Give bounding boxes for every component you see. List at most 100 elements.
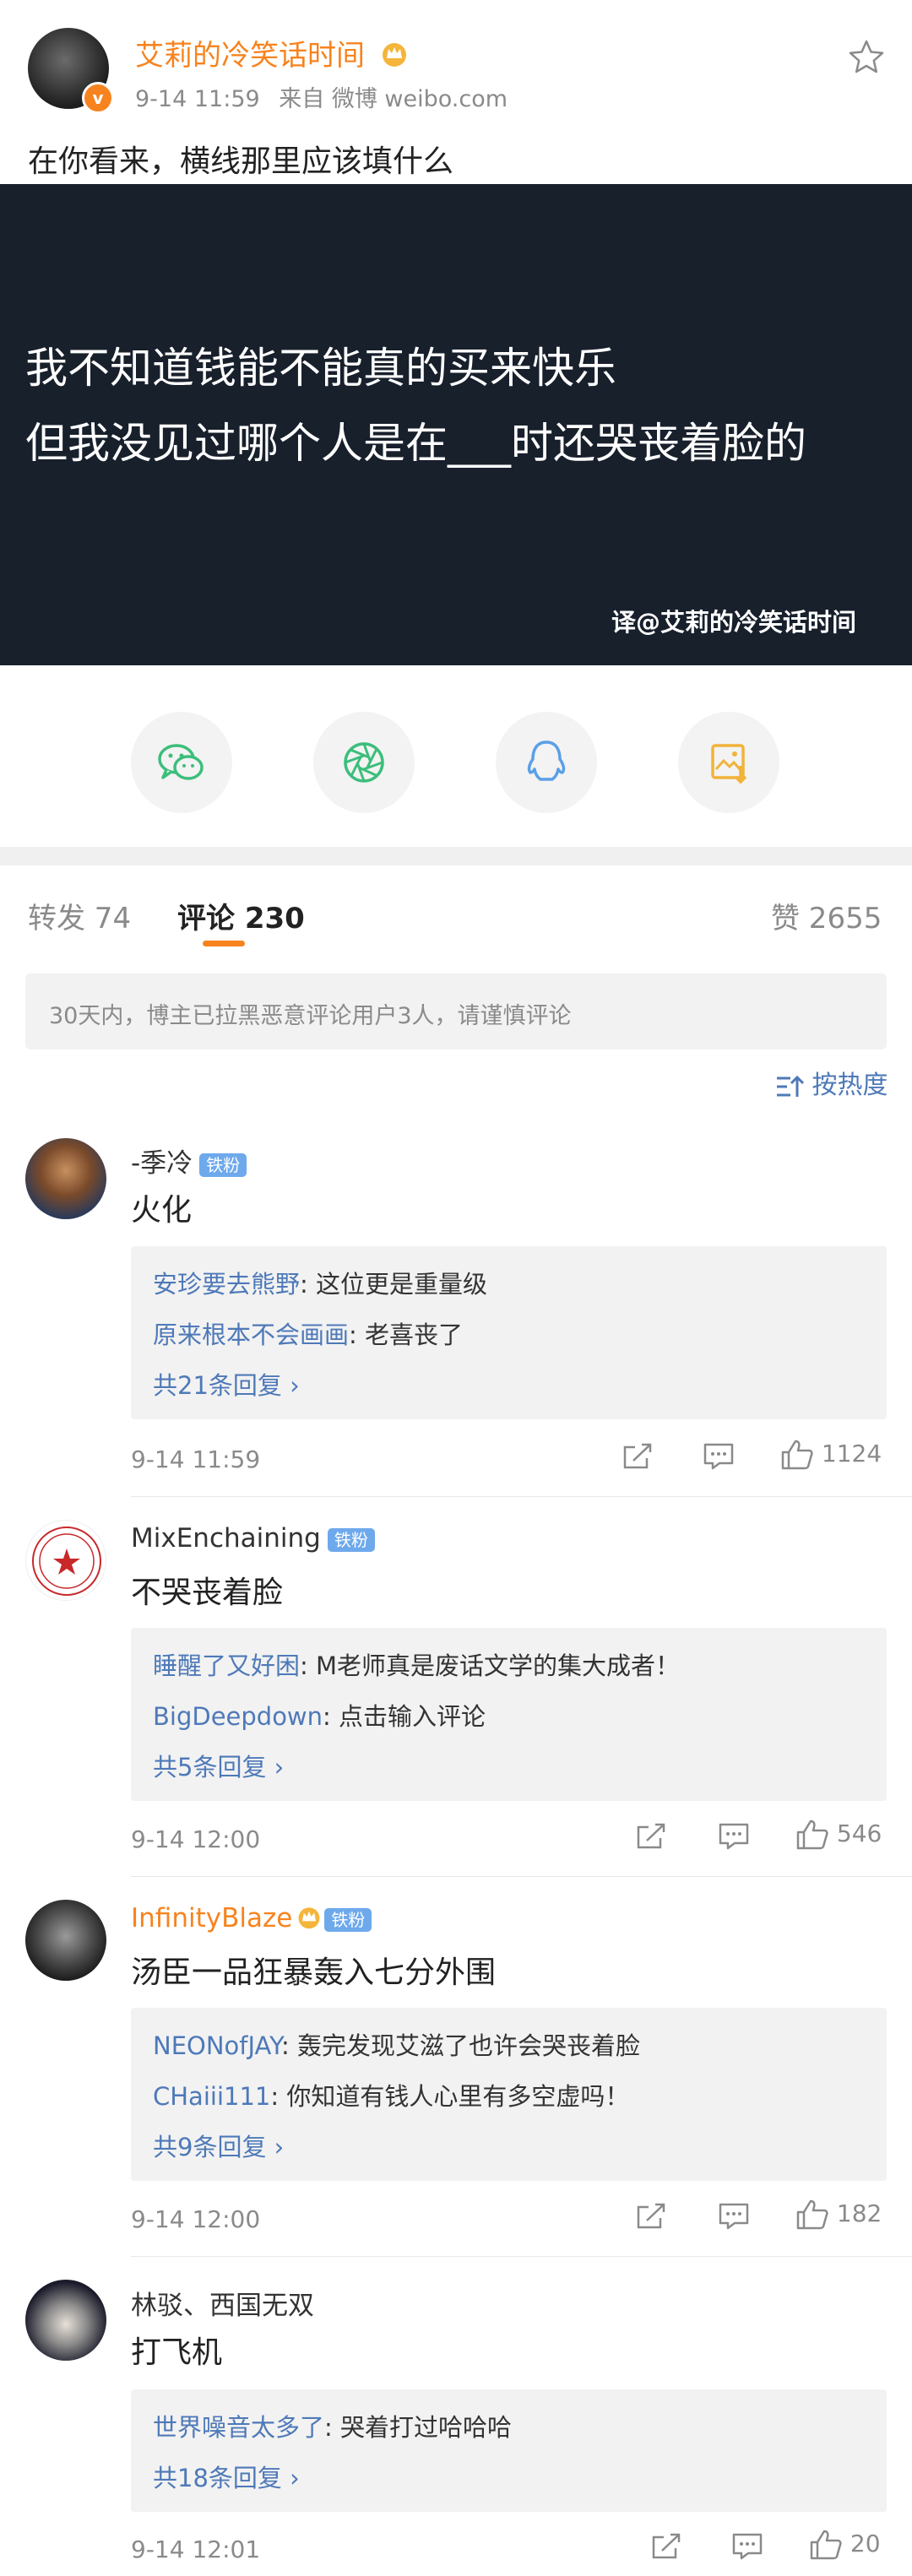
comment-author-name[interactable]: 林驳、西国无双 bbox=[131, 2291, 314, 2321]
reply-text: : 你知道有钱人心里有多空虚吗！ bbox=[270, 2082, 630, 2111]
share-qq-button[interactable] bbox=[496, 712, 597, 813]
reply-box[interactable]: 安珍要去熊野: 这位更是重量级 原来根本不会画画: 老喜丧了 共21条回复 › bbox=[131, 1246, 887, 1419]
comment-author-name[interactable]: MixEnchaining bbox=[131, 1523, 321, 1554]
repost-icon[interactable] bbox=[635, 2202, 667, 2237]
reply-text: : M老师真是废话文学的集大成者！ bbox=[300, 1651, 681, 1680]
like-count: 546 bbox=[836, 1819, 882, 1847]
like-icon bbox=[781, 1440, 813, 1470]
comment-icon[interactable] bbox=[718, 1822, 750, 1857]
more-replies-link[interactable]: 共21条回复 › bbox=[153, 1366, 300, 1402]
tab-likes[interactable]: 赞 2655 bbox=[771, 895, 882, 936]
notice-text: 30天内，博主已拉黑恶意评论用户3人，请谨慎评论 bbox=[49, 1003, 572, 1029]
post-image[interactable]: 我不知道钱能不能真的买来快乐 但我没见过哪个人是在___时还哭丧着脸的 译@艾莉… bbox=[0, 184, 912, 665]
reply-text: : 轰完发现艾滋了也许会哭丧着脸 bbox=[280, 2031, 640, 2060]
star-icon[interactable] bbox=[848, 39, 885, 78]
reply-box[interactable]: NEONofJAY: 轰完发现艾滋了也许会哭丧着脸 CHaiii111: 你知道… bbox=[131, 2008, 887, 2181]
comment-icon[interactable] bbox=[703, 1442, 735, 1477]
comment-divider bbox=[131, 1496, 912, 1497]
like-count: 182 bbox=[836, 2199, 882, 2227]
reply-box[interactable]: 睡醒了又好困: M老师真是废话文学的集大成者！ BigDeepdown: 点击输… bbox=[131, 1628, 887, 1801]
share-moments-button[interactable] bbox=[313, 712, 415, 813]
like-icon bbox=[796, 1819, 828, 1850]
like-icon bbox=[810, 2530, 842, 2560]
comment-text: 打飞机 bbox=[131, 2335, 223, 2370]
reply-author[interactable]: 世界噪音太多了 bbox=[153, 2413, 324, 2442]
fan-badge: 铁粉 bbox=[324, 1907, 372, 1932]
reply-author[interactable]: 睡醒了又好困 bbox=[153, 1651, 300, 1680]
like-button[interactable]: 1124 bbox=[780, 1439, 882, 1471]
reply-line[interactable]: 世界噪音太多了: 哭着打过哈哈哈 bbox=[153, 2408, 512, 2443]
avatar[interactable] bbox=[25, 1900, 106, 1981]
reply-author[interactable]: CHaiii111 bbox=[153, 2082, 270, 2111]
reply-text: : 老喜丧了 bbox=[349, 1321, 464, 1349]
reply-line[interactable]: 睡醒了又好困: M老师真是废话文学的集大成者！ bbox=[153, 1646, 680, 1682]
moments-icon bbox=[344, 742, 384, 783]
reply-author[interactable]: 安珍要去熊野 bbox=[153, 1270, 300, 1299]
comment-author[interactable]: MixEnchaining 铁粉 bbox=[131, 1523, 375, 1554]
comment-icon[interactable] bbox=[731, 2532, 763, 2567]
image-line-1: 我不知道钱能不能真的买来快乐 bbox=[25, 344, 616, 393]
tab-active-indicator bbox=[203, 941, 245, 946]
comment-text: 汤臣一品狂暴轰入七分外围 bbox=[131, 1955, 497, 1990]
image-line-2: 但我没见过哪个人是在___时还哭丧着脸的 bbox=[25, 419, 806, 468]
sort-icon bbox=[777, 1075, 805, 1097]
like-button[interactable]: 546 bbox=[795, 1819, 882, 1851]
post-time: 9-14 11:59 bbox=[135, 86, 260, 112]
comment-time: 9-14 12:00 bbox=[131, 1825, 261, 1853]
repost-icon[interactable] bbox=[622, 1442, 654, 1477]
comment-author-name[interactable]: InfinityBlaze bbox=[131, 1903, 292, 1933]
more-replies-link[interactable]: 共9条回复 › bbox=[153, 2128, 284, 2163]
comment-divider bbox=[131, 1876, 912, 1877]
avatar[interactable] bbox=[25, 1138, 106, 1219]
save-image-button[interactable] bbox=[678, 712, 779, 813]
comment-divider bbox=[131, 2256, 912, 2257]
comment-text: 不哭丧着脸 bbox=[131, 1575, 284, 1610]
share-wechat-button[interactable] bbox=[131, 712, 232, 813]
qq-icon bbox=[527, 740, 566, 781]
like-icon bbox=[796, 2199, 828, 2230]
reply-line[interactable]: 原来根本不会画画: 老喜丧了 bbox=[153, 1315, 463, 1351]
reply-box[interactable]: 世界噪音太多了: 哭着打过哈哈哈 共18条回复 › bbox=[131, 2389, 887, 2512]
reply-text: : 这位更是重量级 bbox=[300, 1270, 488, 1299]
like-count: 20 bbox=[850, 2530, 881, 2557]
sort-label[interactable]: 按热度 bbox=[812, 1071, 888, 1100]
avatar[interactable] bbox=[25, 2280, 106, 2361]
like-button[interactable]: 182 bbox=[795, 2199, 882, 2231]
repost-icon[interactable] bbox=[650, 2532, 682, 2567]
reply-author[interactable]: NEONofJAY bbox=[153, 2031, 281, 2060]
comment-text: 火化 bbox=[131, 1193, 193, 1228]
image-credit: 译@艾莉的冷笑话时间 bbox=[611, 608, 857, 637]
reply-line[interactable]: NEONofJAY: 轰完发现艾滋了也许会哭丧着脸 bbox=[153, 2026, 640, 2062]
reply-line[interactable]: 安珍要去熊野: 这位更是重量级 bbox=[153, 1265, 487, 1300]
comment-icon[interactable] bbox=[718, 2202, 750, 2237]
comment-author[interactable]: -季冷 铁粉 bbox=[131, 1142, 247, 1180]
section-divider bbox=[0, 847, 912, 865]
post-text: 在你看来，横线那里应该填什么 bbox=[28, 144, 454, 179]
reply-line[interactable]: CHaiii111: 你知道有钱人心里有多空虚吗！ bbox=[153, 2077, 629, 2112]
comment-author[interactable]: 林驳、西国无双 bbox=[131, 2284, 314, 2322]
reply-author[interactable]: 原来根本不会画画 bbox=[153, 1321, 349, 1349]
verified-icon: v bbox=[82, 82, 114, 114]
comment-time: 9-14 11:59 bbox=[131, 1445, 261, 1473]
tab-repost[interactable]: 转发 74 bbox=[28, 895, 131, 936]
like-count: 1124 bbox=[821, 1440, 882, 1467]
crown-icon bbox=[379, 40, 410, 74]
reply-author[interactable]: BigDeepdown bbox=[153, 1702, 323, 1731]
comment-time: 9-14 12:00 bbox=[131, 2205, 261, 2233]
comment-author[interactable]: InfinityBlaze 铁粉 bbox=[131, 1903, 372, 1936]
fan-badge: 铁粉 bbox=[327, 1527, 375, 1552]
more-replies-link[interactable]: 共5条回复 › bbox=[153, 1748, 284, 1783]
tab-comments[interactable]: 评论 230 bbox=[177, 895, 305, 936]
sort-button[interactable]: 按热度 bbox=[775, 1064, 888, 1101]
author-name-text[interactable]: 艾莉的冷笑话时间 bbox=[135, 39, 365, 73]
author-name[interactable]: 艾莉的冷笑话时间 bbox=[135, 32, 410, 74]
fan-badge: 铁粉 bbox=[199, 1152, 247, 1177]
notice-banner: 30天内，博主已拉黑恶意评论用户3人，请谨慎评论 bbox=[25, 973, 887, 1049]
avatar[interactable] bbox=[25, 1520, 106, 1601]
comment-time: 9-14 12:01 bbox=[131, 2535, 261, 2563]
like-button[interactable]: 20 bbox=[809, 2529, 881, 2561]
comment-author-name[interactable]: -季冷 bbox=[131, 1148, 193, 1179]
more-replies-link[interactable]: 共18条回复 › bbox=[153, 2459, 300, 2494]
reply-line[interactable]: BigDeepdown: 点击输入评论 bbox=[153, 1697, 486, 1733]
repost-icon[interactable] bbox=[635, 1822, 667, 1857]
